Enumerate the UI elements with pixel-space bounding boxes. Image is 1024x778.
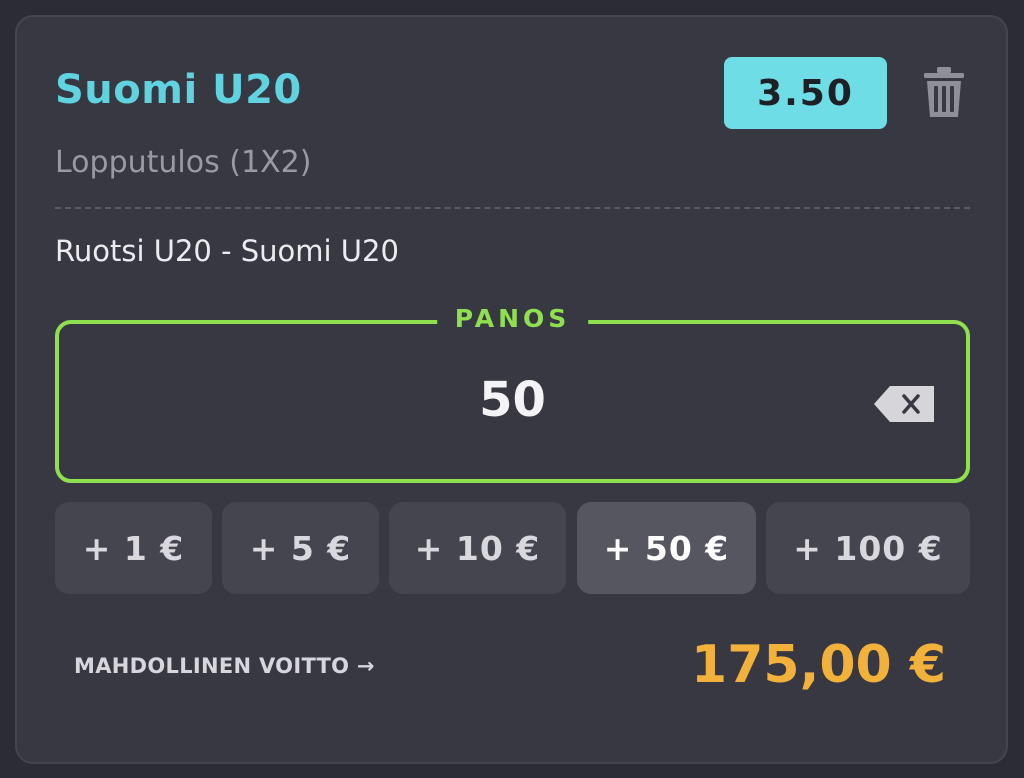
backspace-icon[interactable] (874, 384, 936, 424)
quick-stake-10-button[interactable]: + 10 € (389, 502, 566, 594)
stake-input[interactable]: 50 (59, 372, 966, 428)
market-name: Lopputulos (1X2) (55, 145, 312, 180)
bet-slip-card: Suomi U20 3.50 Lopputulos (1X2) Ruotsi U… (15, 15, 1008, 764)
quick-stake-50-button[interactable]: + 50 € (577, 502, 756, 594)
quick-stake-100-button[interactable]: + 100 € (766, 502, 970, 594)
trash-icon[interactable] (922, 67, 966, 119)
match-name: Ruotsi U20 - Suomi U20 (55, 234, 399, 268)
quick-stake-1-button[interactable]: + 1 € (55, 502, 212, 594)
quick-stake-5-button[interactable]: + 5 € (222, 502, 379, 594)
divider (55, 207, 970, 209)
potential-win-label: MAHDOLLINEN VOITTO → (74, 654, 375, 678)
stake-field[interactable]: PANOS 50 (55, 304, 970, 483)
stake-label: PANOS (436, 304, 589, 333)
selection-team: Suomi U20 (55, 67, 302, 113)
potential-win-value: 175,00 € (691, 635, 946, 695)
odds-badge: 3.50 (724, 57, 887, 129)
